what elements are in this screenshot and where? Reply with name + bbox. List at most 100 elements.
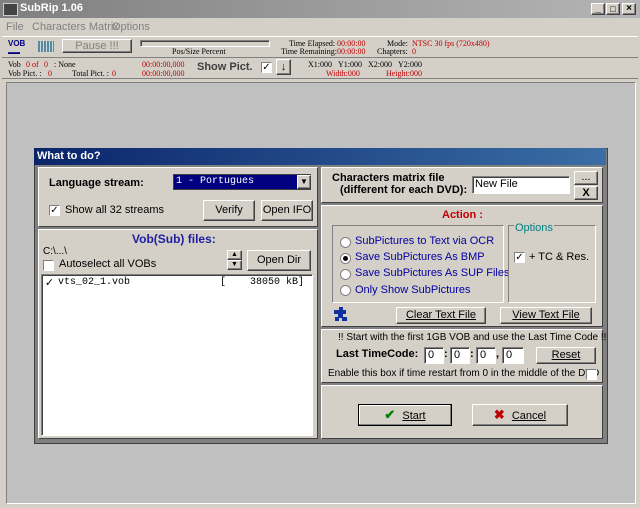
- open-dir-button[interactable]: Open Dir: [247, 250, 311, 271]
- timecode-hint: !! Start with the first 1GB VOB and use …: [338, 332, 607, 343]
- scroll-down-button[interactable]: ▼: [227, 260, 242, 270]
- start-cancel-panel: ✔ Start ✖ Cancel: [321, 385, 603, 439]
- total-pict-label: Total Pict. :: [72, 69, 109, 78]
- close-button[interactable]: ×: [622, 3, 636, 15]
- action-label-ocr[interactable]: SubPictures to Text via OCR: [355, 235, 494, 247]
- progress-label: Pos/Size Percent: [172, 47, 226, 56]
- view-text-file-button[interactable]: View Text File: [500, 307, 592, 324]
- language-stream-value: 1 - Portugues: [176, 176, 255, 187]
- tc-res-label: + TC & Res.: [529, 251, 590, 263]
- time-start: 00:00:00,000: [142, 60, 185, 69]
- chapters-label: Chapters:: [377, 47, 408, 56]
- reset-button[interactable]: Reset: [536, 347, 596, 364]
- cancel-button[interactable]: ✖ Cancel: [472, 404, 568, 426]
- y1-value: Y1:000: [338, 60, 362, 69]
- scroll-up-button[interactable]: ▲: [227, 250, 242, 260]
- maximize-button[interactable]: □: [606, 3, 620, 15]
- matrix-file-label-1: Characters matrix file: [332, 172, 445, 184]
- action-radio-show[interactable]: [340, 285, 351, 296]
- minimize-button[interactable]: _: [591, 3, 605, 15]
- tc-minutes-field[interactable]: 0: [450, 347, 470, 364]
- list-item[interactable]: ✓ vts_02_1.vob [ 38050 kB]: [44, 277, 308, 290]
- vob-pict-label: Vob Pict. :: [8, 69, 42, 78]
- view-text-file-label: View Text File: [512, 309, 580, 321]
- x2-value: X2:000: [368, 60, 392, 69]
- matrix-file-panel: Characters matrix file (different for ea…: [321, 167, 603, 203]
- vob-pict-value: 0: [48, 69, 52, 78]
- chapters-value: 0: [412, 47, 416, 56]
- vob-files-panel: Vob(Sub) files: C:\...\ Autoselect all V…: [38, 229, 318, 439]
- tc-frames-value: 0: [506, 349, 513, 361]
- app-icon[interactable]: [3, 3, 18, 16]
- tc-separator: ,: [496, 348, 500, 360]
- x1-value: X1:000: [308, 60, 332, 69]
- down-arrow-icon[interactable]: ↓: [276, 59, 291, 75]
- show-pict-label: Show Pict.: [197, 61, 253, 73]
- pause-button[interactable]: Pause !!!: [62, 39, 132, 53]
- matrix-file-input[interactable]: New File: [472, 176, 570, 194]
- action-radio-bmp[interactable]: [340, 253, 351, 264]
- tc-frames-field[interactable]: 0: [502, 347, 524, 364]
- chevron-down-icon[interactable]: ▼: [297, 175, 311, 189]
- vob-logo: VOB ▬▬: [8, 39, 26, 57]
- time-remaining-value: 00:00:00: [337, 47, 366, 56]
- current-path: C:\...\: [43, 246, 67, 257]
- action-radio-ocr[interactable]: [340, 237, 351, 248]
- timecode-panel: !! Start with the first 1GB VOB and use …: [321, 329, 607, 383]
- cancel-label: Cancel: [511, 410, 547, 422]
- menu-file[interactable]: File: [6, 21, 24, 33]
- menu-options[interactable]: Options: [112, 21, 150, 33]
- vob-total: 0: [44, 60, 48, 69]
- vob-label: Vob: [8, 60, 21, 69]
- show-pict-checkbox[interactable]: ✓: [261, 62, 272, 73]
- vob-files-title: Vob(Sub) files:: [132, 232, 216, 246]
- language-panel: Language stream: 1 - Portugues ▼ ✓ Show …: [38, 167, 318, 227]
- tc-res-checkbox[interactable]: ✓: [514, 252, 525, 263]
- dialog-title: What to do?: [37, 150, 101, 162]
- open-ifo-button[interactable]: Open IFO: [261, 200, 313, 221]
- autoselect-checkbox[interactable]: [43, 260, 54, 271]
- tc-minutes-value: 0: [454, 349, 461, 361]
- mode-value: NTSC 30 fps (720x480): [412, 39, 490, 48]
- verify-button[interactable]: Verify: [203, 200, 255, 221]
- browse-matrix-button[interactable]: ...: [574, 171, 598, 185]
- show-all-streams-checkbox[interactable]: ✓: [49, 205, 60, 216]
- window-title: SubRip 1.06: [20, 2, 83, 14]
- tc-seconds-field[interactable]: 0: [476, 347, 496, 364]
- language-stream-select[interactable]: 1 - Portugues ▼: [173, 174, 311, 190]
- start-label: Start: [402, 410, 426, 422]
- clear-matrix-button[interactable]: X: [574, 186, 598, 200]
- action-panel: Action : SubPictures to Text via OCR Sav…: [321, 205, 603, 327]
- tc-seconds-value: 0: [480, 349, 487, 361]
- vob-of: 0 of: [26, 60, 39, 69]
- x-icon: ✖: [493, 407, 505, 422]
- matrix-icon[interactable]: [38, 41, 54, 52]
- restart-checkbox[interactable]: [586, 369, 597, 380]
- action-title: Action :: [442, 209, 483, 221]
- action-label-show[interactable]: Only Show SubPictures: [355, 284, 471, 296]
- vob-file-list[interactable]: ✓ vts_02_1.vob [ 38050 kB]: [41, 274, 313, 436]
- last-timecode-label: Last TimeCode:: [336, 348, 419, 360]
- start-button[interactable]: ✔ Start: [358, 404, 452, 426]
- matrix-file-label-2: (different for each DVD):: [340, 184, 468, 196]
- y2-value: Y2:000: [398, 60, 422, 69]
- height-value: Height:000: [386, 69, 422, 78]
- progress-bar: [140, 40, 270, 47]
- puzzle-icon: [334, 307, 348, 321]
- dialog-title-bar: What to do?: [34, 148, 606, 165]
- restart-label: Enable this box if time restart from 0 i…: [328, 368, 600, 379]
- tc-hours-value: 0: [428, 349, 435, 361]
- action-label-bmp[interactable]: Save SubPictures As BMP: [355, 251, 485, 263]
- time-end: 00:00:00,000: [142, 69, 185, 78]
- tc-hours-field[interactable]: 0: [424, 347, 444, 364]
- clear-text-file-button[interactable]: Clear Text File: [396, 307, 486, 324]
- tc-separator: :: [444, 348, 448, 360]
- action-radio-sup[interactable]: [340, 269, 351, 280]
- action-label-sup[interactable]: Save SubPictures As SUP Files: [355, 267, 509, 279]
- menu-characters-matrix[interactable]: Characters Matrix: [32, 21, 119, 33]
- time-remaining-label: Time Remaining:: [281, 47, 337, 56]
- file-checkbox[interactable]: ✓: [44, 278, 55, 289]
- options-group: [508, 225, 596, 303]
- file-name: vts_02_1.vob: [58, 277, 131, 288]
- file-size: [ 38050 kB]: [220, 277, 305, 288]
